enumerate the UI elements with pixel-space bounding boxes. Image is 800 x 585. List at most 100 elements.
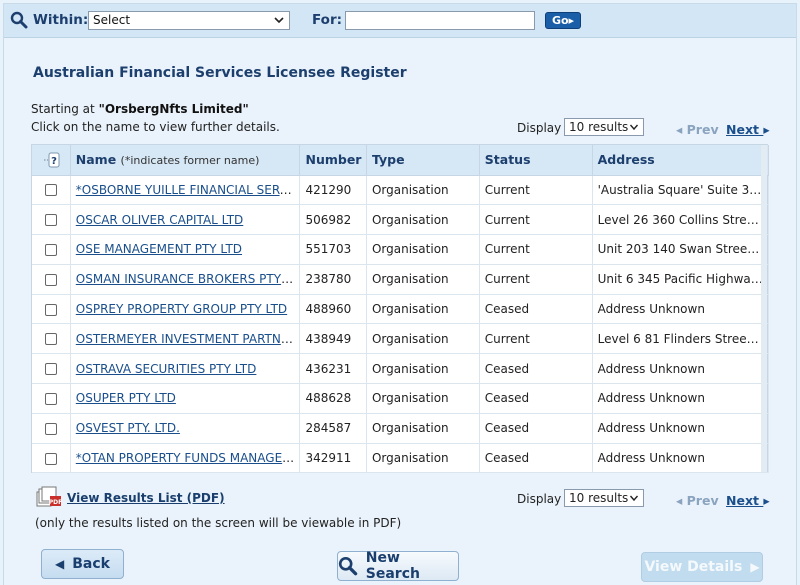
prev-link-top[interactable]: ◂ Prev xyxy=(676,122,719,137)
row-checkbox-cell xyxy=(32,264,71,295)
table-row: OSE MANAGEMENT PTY LTD 551703 Organisation… xyxy=(32,234,770,265)
help-icon[interactable]: ? xyxy=(42,152,60,168)
table-row: *OSBORNE YUILLE FINANCIAL SERVI... 421290… xyxy=(32,175,770,206)
row-checkbox-cell xyxy=(32,294,71,325)
within-select-value: Select xyxy=(93,13,131,27)
search-input[interactable] xyxy=(345,11,535,30)
number-cell: 436231 xyxy=(299,353,367,385)
number-cell: 238780 xyxy=(299,264,367,295)
type-cell: Organisation xyxy=(366,294,480,325)
display-select-top[interactable]: 10 results xyxy=(564,118,644,136)
name-cell: *OSBORNE YUILLE FINANCIAL SERVI... xyxy=(70,175,301,206)
row-checkbox-cell xyxy=(32,413,71,444)
back-button-label: Back xyxy=(72,556,110,572)
starting-value: "OrsbergNfts Limited" xyxy=(98,102,249,116)
display-label-top: Display xyxy=(517,121,562,135)
chevron-down-icon xyxy=(629,495,639,502)
row-checkbox[interactable] xyxy=(44,214,57,227)
display-select-bottom-value: 10 results xyxy=(569,491,629,505)
status-cell: Current xyxy=(479,204,593,236)
row-checkbox-cell xyxy=(32,175,71,206)
go-button-label: Go xyxy=(551,14,569,27)
licensee-name-link[interactable]: *OTAN PROPERTY FUNDS MANAGEME... xyxy=(76,451,299,465)
search-bar: Within: Select For: Go▸ xyxy=(4,4,796,38)
status-cell: Ceased xyxy=(479,294,593,325)
address-cell: Level 26 360 Collins Street ... xyxy=(592,204,770,236)
licensee-name-link[interactable]: OSTERMEYER INVESTMENT PARTNER... xyxy=(76,332,299,346)
prev-link-bottom[interactable]: ◂ Prev xyxy=(676,493,719,508)
row-checkbox[interactable] xyxy=(44,422,57,435)
licensee-name-link[interactable]: OSE MANAGEMENT PTY LTD xyxy=(76,242,242,256)
licensee-name-link[interactable]: OSCAR OLIVER CAPITAL LTD xyxy=(76,213,244,227)
next-link-top[interactable]: Next ▸ xyxy=(726,122,770,137)
name-cell: OSCAR OLIVER CAPITAL LTD xyxy=(70,204,301,236)
starting-at: Starting at "OrsbergNfts Limited" xyxy=(31,102,249,116)
type-cell: Organisation xyxy=(366,413,480,444)
type-cell: Organisation xyxy=(366,204,480,236)
licensee-name-link[interactable]: OSPREY PROPERTY GROUP PTY LTD xyxy=(76,302,287,316)
within-label: Within: xyxy=(33,12,89,28)
row-checkbox[interactable] xyxy=(44,452,57,465)
number-cell: 438949 xyxy=(299,323,367,355)
svg-text:PDF: PDF xyxy=(49,499,62,506)
chevron-left-icon: ◂ xyxy=(676,493,683,508)
view-details-button[interactable]: View Details ▶ xyxy=(641,552,763,582)
type-cell: Organisation xyxy=(366,353,480,385)
licensee-name-link[interactable]: OSUPER PTY LTD xyxy=(76,391,176,405)
name-cell: OSMAN INSURANCE BROKERS PTY LTD xyxy=(70,264,301,295)
number-cell: 421290 xyxy=(299,175,367,206)
instruction-text: Click on the name to view further detail… xyxy=(31,120,280,134)
row-checkbox-cell xyxy=(32,353,71,385)
new-search-button[interactable]: New Search xyxy=(337,550,459,582)
licensee-name-link[interactable]: OSMAN INSURANCE BROKERS PTY LTD xyxy=(76,272,299,286)
status-cell: Current xyxy=(479,234,593,265)
table-row: OSVEST PTY. LTD. 284587 Organisation Ceased… xyxy=(32,413,770,444)
row-checkbox[interactable] xyxy=(44,392,57,405)
row-checkbox[interactable] xyxy=(44,243,57,256)
row-checkbox-cell xyxy=(32,383,71,414)
name-column-header: Name (*indicates former name) xyxy=(70,145,301,176)
type-cell: Organisation xyxy=(366,264,480,295)
page-title: Australian Financial Services Licensee R… xyxy=(33,65,407,81)
licensee-name-link[interactable]: OSVEST PTY. LTD. xyxy=(76,421,180,435)
go-button[interactable]: Go▸ xyxy=(545,12,581,29)
table-header-row: ? Name (*indicates former name) Number T… xyxy=(32,145,770,176)
name-cell: OSUPER PTY LTD xyxy=(70,383,301,414)
row-checkbox[interactable] xyxy=(44,273,57,286)
row-checkbox[interactable] xyxy=(44,303,57,316)
next-link-bottom[interactable]: Next ▸ xyxy=(726,493,770,508)
row-checkbox-cell xyxy=(32,204,71,236)
name-cell: OSTRAVA SECURITIES PTY LTD xyxy=(70,353,301,385)
within-select[interactable]: Select xyxy=(88,11,290,30)
table-row: OSPREY PROPERTY GROUP PTY LTD 488960 Organ… xyxy=(32,294,770,325)
address-cell: Address Unknown xyxy=(592,353,770,385)
type-cell: Organisation xyxy=(366,175,480,206)
name-cell: OSE MANAGEMENT PTY LTD xyxy=(70,234,301,265)
display-select-bottom[interactable]: 10 results xyxy=(564,489,644,507)
number-cell: 284587 xyxy=(299,413,367,444)
number-cell: 551703 xyxy=(299,234,367,265)
row-checkbox-cell xyxy=(32,234,71,265)
address-cell: Address Unknown xyxy=(592,443,770,474)
table-scrollbar[interactable] xyxy=(761,145,767,472)
back-button[interactable]: ◀ Back xyxy=(41,549,124,579)
number-cell: 342911 xyxy=(299,443,367,474)
address-cell: Level 6 81 Flinders Street A... xyxy=(592,323,770,355)
number-cell: 488628 xyxy=(299,383,367,414)
name-cell: OSPREY PROPERTY GROUP PTY LTD xyxy=(70,294,301,325)
licensee-name-link[interactable]: *OSBORNE YUILLE FINANCIAL SERVI... xyxy=(76,183,299,197)
status-cell: Ceased xyxy=(479,353,593,385)
number-cell: 506982 xyxy=(299,204,367,236)
pdf-note: (only the results listed on the screen w… xyxy=(35,516,402,530)
chevron-right-icon: ▶ xyxy=(750,560,760,574)
licensee-name-link[interactable]: OSTRAVA SECURITIES PTY LTD xyxy=(76,362,257,376)
row-checkbox[interactable] xyxy=(44,184,57,197)
chevron-down-icon xyxy=(274,17,284,24)
view-results-pdf-link[interactable]: View Results List (PDF) xyxy=(67,491,225,505)
table-row: OSUPER PTY LTD 488628 Organisation Ceased Ad… xyxy=(32,383,770,414)
row-checkbox[interactable] xyxy=(44,363,57,376)
new-search-button-label: New Search xyxy=(365,550,420,582)
next-link-bottom-label: Next xyxy=(726,493,759,508)
table-row: OSTERMEYER INVESTMENT PARTNER... 438949 Or… xyxy=(32,323,770,355)
row-checkbox[interactable] xyxy=(44,333,57,346)
